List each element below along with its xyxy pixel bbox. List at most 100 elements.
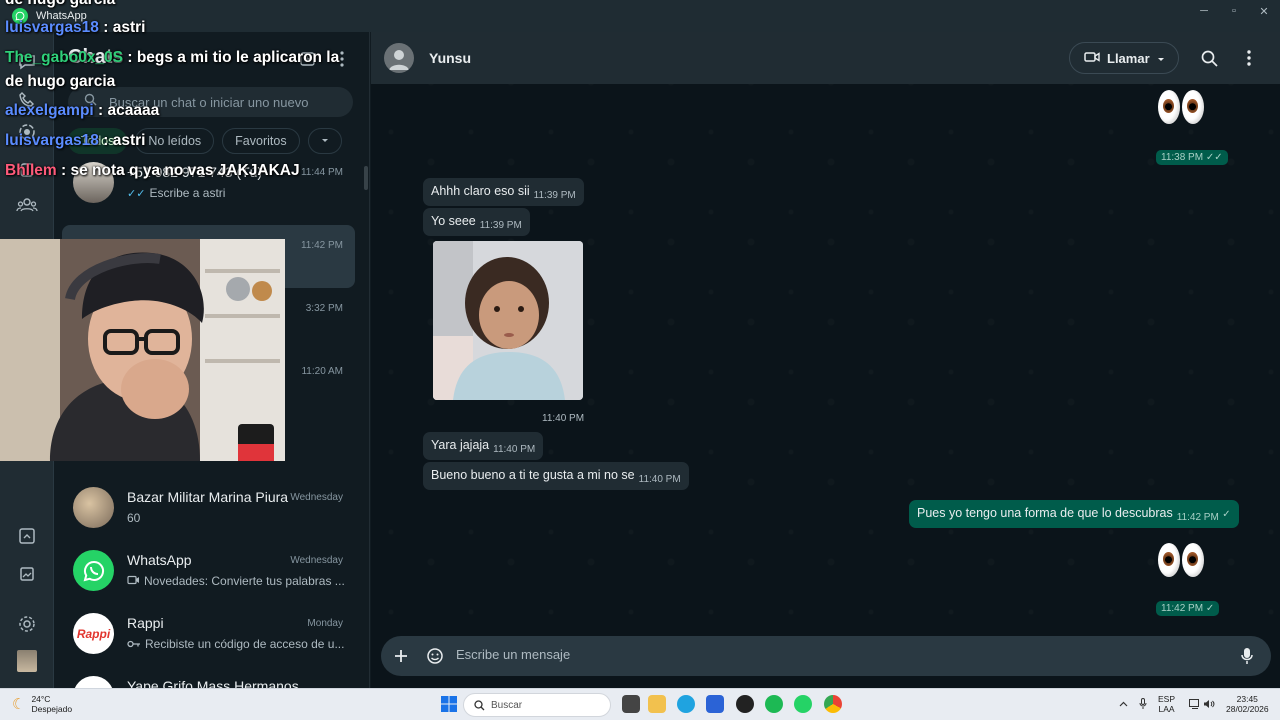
message-incoming[interactable]: Yo seee 11:39 PM: [423, 208, 530, 236]
message-timestamp: 11:38 PM ✓✓: [1156, 150, 1228, 165]
chat-item-bazar[interactable]: Bazar Militar Marina Piura Wednesday 60: [54, 477, 369, 540]
meta-ai-icon[interactable]: [15, 524, 39, 548]
language-indicator[interactable]: ESP LAA: [1158, 694, 1175, 714]
message-incoming[interactable]: Yara jajaja 11:40 PM: [423, 432, 544, 460]
overlay-chat-line: de hugo garcia: [5, 73, 116, 90]
store-icon[interactable]: [706, 695, 724, 713]
chat-time: Wednesday: [290, 555, 343, 566]
image-message[interactable]: [433, 241, 583, 400]
chat-item-yape[interactable]: Yape Grifo Mass Hermanos: [54, 666, 369, 688]
call-button[interactable]: Llamar: [1069, 42, 1179, 74]
chat-preview: Novedades: Convierte tus palabras ...: [127, 574, 347, 588]
windows-start-icon[interactable]: [440, 695, 458, 713]
emoji-sticker-icon[interactable]: [425, 646, 445, 666]
chat-time: 11:20 AM: [301, 366, 343, 377]
check-icon: ✓: [1222, 509, 1231, 520]
chat-preview-text: Recibiste un código de acceso de u...: [145, 637, 345, 651]
spotify-icon[interactable]: [765, 695, 783, 713]
taskbar-search-label: Buscar: [491, 699, 523, 711]
overlay-chat-line: luisvargas18 : astri: [5, 19, 146, 36]
message-outgoing[interactable]: Pues yo tengo una forma de que lo descub…: [909, 500, 1239, 528]
video-camera-icon: [1084, 51, 1100, 66]
chat-item-whatsapp[interactable]: WhatsApp Wednesday Novedades: Convierte …: [54, 540, 369, 603]
chevron-down-icon: [1157, 51, 1165, 66]
weather-widget[interactable]: ☾ 24°C Despejado: [12, 694, 72, 714]
overlay-chat-line: de hugo garcia: [5, 0, 115, 14]
task-view-icon[interactable]: [622, 695, 640, 713]
video-icon: [127, 574, 140, 588]
chat-avatar: [73, 487, 114, 528]
close-button[interactable]: ✕: [1246, 0, 1280, 22]
overlay-chat-line: alexelgampi : acaaaa: [5, 102, 160, 119]
chat-time: 11:42 PM: [300, 240, 343, 251]
overlay-chat-line: Bhllem : se nota q ya no vas JAKJAKAJ: [5, 162, 300, 179]
message-input[interactable]: [456, 647, 1156, 662]
communities-icon[interactable]: [15, 193, 39, 217]
search-icon[interactable]: [1199, 48, 1219, 68]
message-incoming[interactable]: Ahhh claro eso sii 11:39 PM: [423, 178, 584, 206]
media-icon[interactable]: [15, 562, 39, 586]
file-explorer-icon[interactable]: [648, 695, 666, 713]
overlay-chat-user: luisvargas18: [5, 132, 99, 149]
windows-taskbar: ☾ 24°C Despejado Buscar ESP LAA 23:45 28…: [0, 688, 1280, 720]
profile-avatar[interactable]: [17, 650, 37, 672]
rappi-logo-icon: Rappi: [73, 613, 114, 654]
message-time: 11:39 PM: [533, 190, 576, 201]
message-time: 11:40 PM: [493, 444, 536, 455]
message-text: Ahhh claro eso sii: [431, 184, 530, 198]
taskbar-clock[interactable]: 23:45 28/02/2026: [1226, 694, 1269, 714]
whatsapp-taskbar-icon[interactable]: [794, 695, 812, 713]
chrome-icon[interactable]: [824, 695, 842, 713]
message-time: 11:40 PM: [542, 413, 585, 424]
whatsapp-avatar-icon: [73, 550, 114, 591]
message-time: 11:40 PM: [638, 474, 681, 485]
chat-preview-text: Novedades: Convierte tus palabras ...: [144, 574, 345, 588]
overlay-chat-line: luisvargas18 : astri: [5, 132, 146, 149]
check-icon: ✓: [1205, 603, 1215, 614]
chat-preview: Recibiste un código de acceso de u...: [127, 637, 347, 651]
message-text: Yara jajaja: [431, 438, 490, 452]
chat-avatar: [73, 676, 114, 688]
edge-browser-icon[interactable]: [677, 695, 695, 713]
contact-name[interactable]: Yunsu: [429, 50, 471, 66]
settings-gear-icon[interactable]: [15, 612, 39, 636]
obs-icon[interactable]: [736, 695, 754, 713]
eyes-emoji-message[interactable]: [1158, 90, 1204, 124]
microphone-icon[interactable]: [1237, 646, 1257, 666]
webcam-overlay: [0, 239, 285, 461]
eye-right-icon: [1182, 90, 1204, 124]
chat-name: Rappi: [127, 615, 164, 631]
double-check-icon: ✓✓: [1205, 152, 1223, 163]
message-text: Pues yo tengo una forma de que lo descub…: [917, 506, 1173, 520]
key-icon: [127, 637, 141, 651]
eyes-emoji-message[interactable]: [1158, 543, 1204, 577]
overlay-chat-user: The_gabo0x_0S: [5, 49, 124, 66]
taskbar-search[interactable]: Buscar: [463, 693, 611, 717]
conversation-panel: Yunsu Llamar 11:38 PM ✓✓ Ahhh claro eso …: [371, 32, 1280, 688]
message-time: 11:42 PM: [1176, 512, 1219, 523]
overlay-chat-user: alexelgampi: [5, 102, 94, 119]
chat-name: WhatsApp: [127, 552, 192, 568]
chat-name: Bazar Militar Marina Piura: [127, 489, 289, 505]
chat-item-rappi[interactable]: Rappi Rappi Monday Recibiste un código d…: [54, 603, 369, 666]
plus-icon[interactable]: [391, 646, 411, 666]
whatsapp-window: WhatsApp ─ ▫ ✕ Chats Buscar un chat o in…: [0, 0, 1280, 720]
conversation-header: Yunsu Llamar: [371, 32, 1280, 84]
overlay-chat-user: Bhllem: [5, 162, 57, 179]
weather-desc: Despejado: [31, 704, 73, 714]
menu-dots-icon[interactable]: [1239, 48, 1259, 68]
overlay-chat-user: luisvargas18: [5, 19, 99, 36]
eye-left-icon: [1158, 543, 1180, 577]
message-composer: [381, 636, 1271, 676]
message-timestamp: 11:42 PM ✓: [1156, 601, 1220, 616]
message-text: Bueno bueno a ti te gusta a mi no se: [431, 468, 635, 482]
volume-icon[interactable]: [1200, 695, 1218, 713]
call-label: Llamar: [1107, 50, 1150, 66]
moon-weather-icon: ☾: [12, 696, 26, 713]
message-text: Yo seee: [431, 214, 476, 228]
contact-avatar[interactable]: [384, 43, 414, 73]
chat-time: 3:32 PM: [305, 303, 343, 314]
message-incoming[interactable]: Bueno bueno a ti te gusta a mi no se 11:4…: [423, 462, 689, 490]
microphone-icon[interactable]: [1134, 695, 1152, 713]
chevron-up-icon[interactable]: [1114, 695, 1132, 713]
